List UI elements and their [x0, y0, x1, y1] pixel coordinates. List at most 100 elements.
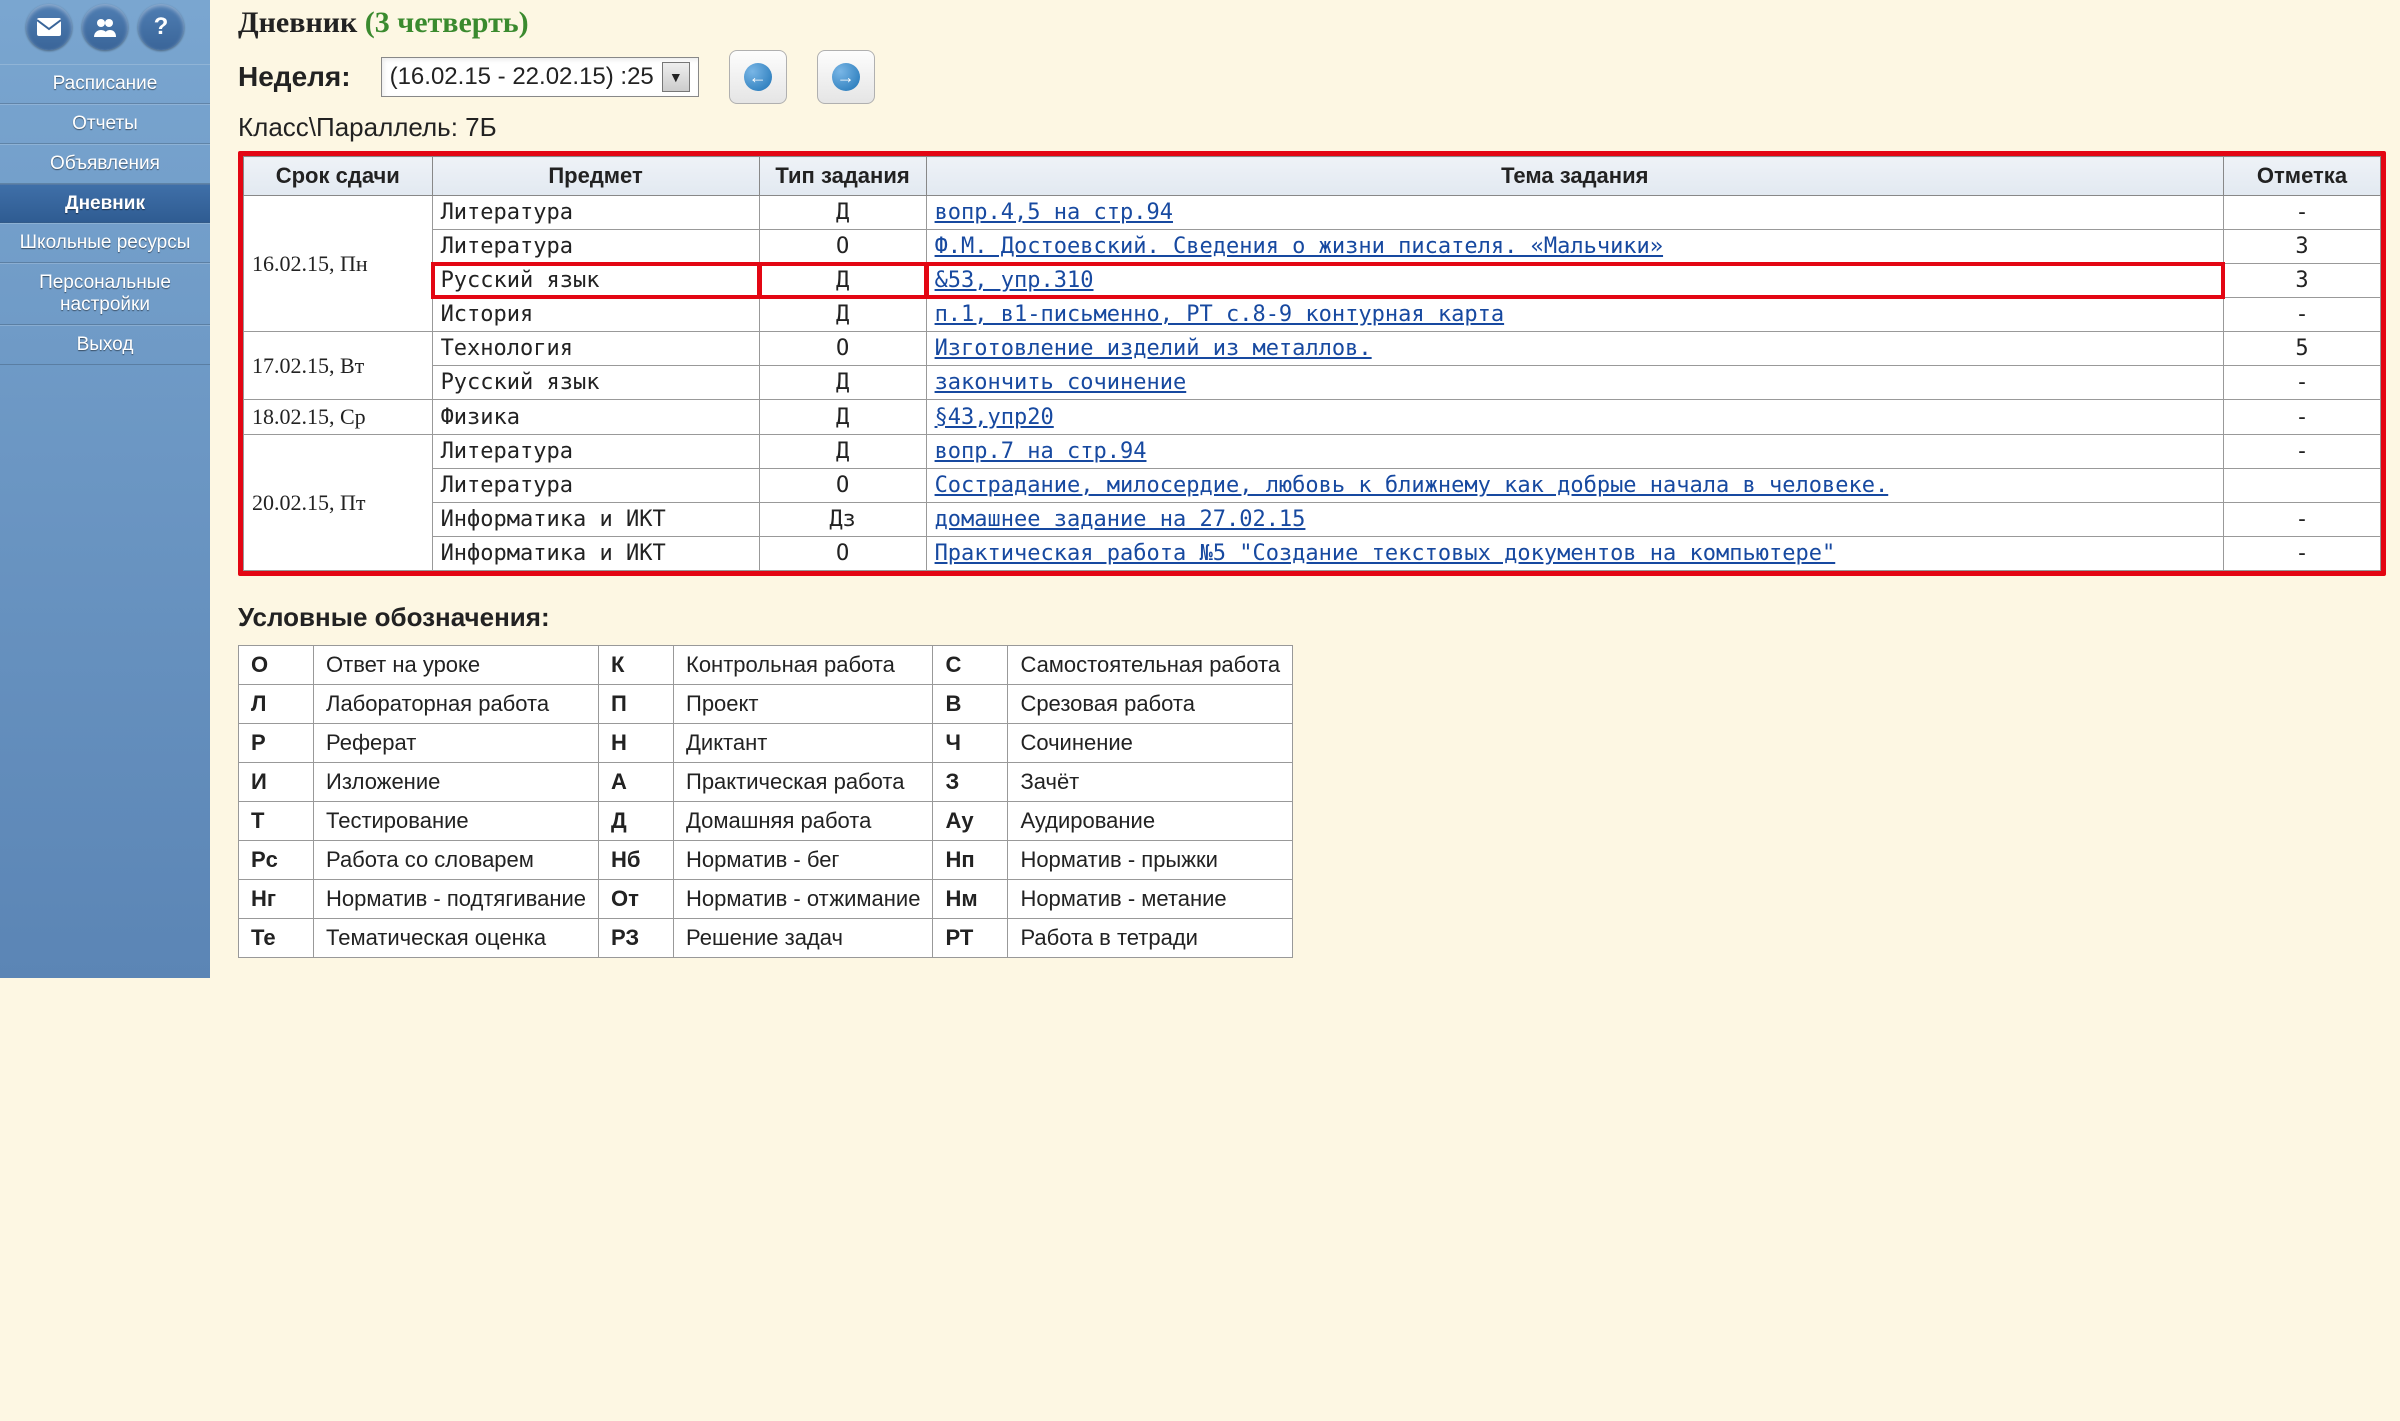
topic-cell: Сострадание, милосердие, любовь к ближне…: [926, 469, 2223, 503]
sidebar-item[interactable]: Отчеты: [0, 104, 210, 144]
subject-cell: Литература: [432, 435, 759, 469]
mark-cell: 3: [2224, 264, 2381, 298]
topic-cell: закончить сочинение: [926, 366, 2223, 400]
mark-cell: -: [2224, 298, 2381, 332]
mark-cell: [2224, 469, 2381, 503]
topic-link[interactable]: Сострадание, милосердие, любовь к ближне…: [935, 473, 1889, 498]
legend-label: Контрольная работа: [674, 646, 933, 685]
legend-code: Т: [239, 802, 314, 841]
subject-cell: Литература: [432, 196, 759, 230]
type-cell: Д: [759, 366, 926, 400]
legend-label: Работа со словарем: [314, 841, 599, 880]
subject-cell: Информатика и ИКТ: [432, 537, 759, 571]
topic-link[interactable]: Изготовление изделий из металлов.: [935, 336, 1372, 361]
sidebar-item[interactable]: Дневник: [0, 184, 210, 224]
legend-label: Диктант: [674, 724, 933, 763]
legend-label: Домашняя работа: [674, 802, 933, 841]
topic-link[interactable]: &53, упр.310: [935, 268, 1094, 293]
legend-label: Норматив - прыжки: [1008, 841, 1293, 880]
subject-cell: Литература: [432, 230, 759, 264]
legend-code: З: [933, 763, 1008, 802]
mark-cell: -: [2224, 435, 2381, 469]
legend-code: Нг: [239, 880, 314, 919]
col-topic: Тема задания: [926, 157, 2223, 196]
topic-link[interactable]: Практическая работа №5 "Создание текстов…: [935, 541, 1836, 566]
legend-code: От: [599, 880, 674, 919]
mark-cell: -: [2224, 503, 2381, 537]
sidebar-item[interactable]: Персональные настройки: [0, 263, 210, 325]
legend-code: П: [599, 685, 674, 724]
type-cell: Д: [759, 400, 926, 435]
legend-label: Норматив - метание: [1008, 880, 1293, 919]
users-icon[interactable]: [82, 4, 128, 50]
legend-code: Ч: [933, 724, 1008, 763]
legend-code: К: [599, 646, 674, 685]
legend-row: ЛЛабораторная работаППроектВСрезовая раб…: [239, 685, 1293, 724]
legend-row: ООтвет на урокеККонтрольная работаССамос…: [239, 646, 1293, 685]
type-cell: О: [759, 469, 926, 503]
mark-cell: -: [2224, 537, 2381, 571]
subject-cell: Литература: [432, 469, 759, 503]
legend-code: Нп: [933, 841, 1008, 880]
col-mark: Отметка: [2224, 157, 2381, 196]
legend-label: Тематическая оценка: [314, 919, 599, 958]
mail-icon[interactable]: [26, 4, 72, 50]
due-date-cell: 20.02.15, Пт: [244, 435, 433, 571]
topic-cell: Изготовление изделий из металлов.: [926, 332, 2223, 366]
sidebar: ? РасписаниеОтчетыОбъявленияДневникШколь…: [0, 0, 210, 978]
prev-week-button[interactable]: ←: [729, 50, 787, 104]
table-row: Русский языкДзакончить сочинение-: [244, 366, 2381, 400]
legend-code: О: [239, 646, 314, 685]
table-row: ЛитератураО Ф.М. Достоевский. Сведения о …: [244, 230, 2381, 264]
legend-row: ТТестированиеДДомашняя работаАуАудирован…: [239, 802, 1293, 841]
due-date-cell: 17.02.15, Вт: [244, 332, 433, 400]
legend-label: Сочинение: [1008, 724, 1293, 763]
topic-link[interactable]: п.1, в1-письменно, РТ с.8-9 контурная ка…: [935, 302, 1505, 327]
legend-row: РРефератНДиктантЧСочинение: [239, 724, 1293, 763]
topic-link[interactable]: вопр.7 на стр.94: [935, 439, 1147, 464]
topic-link[interactable]: домашнее задание на 27.02.15: [935, 507, 1306, 532]
topic-cell: &53, упр.310: [926, 264, 2223, 298]
table-row: Информатика и ИКТОПрактическая работа №5…: [244, 537, 2381, 571]
next-week-button[interactable]: →: [817, 50, 875, 104]
type-cell: О: [759, 230, 926, 264]
topic-link[interactable]: закончить сочинение: [935, 370, 1187, 395]
week-label: Неделя:: [238, 61, 351, 93]
legend-label: Лабораторная работа: [314, 685, 599, 724]
table-row: ЛитератураО Сострадание, милосердие, любо…: [244, 469, 2381, 503]
legend-label: Тестирование: [314, 802, 599, 841]
sidebar-item[interactable]: Расписание: [0, 64, 210, 104]
subject-cell: Информатика и ИКТ: [432, 503, 759, 537]
legend-code: А: [599, 763, 674, 802]
legend-code: И: [239, 763, 314, 802]
topic-link[interactable]: вопр.4,5 на стр.94: [935, 200, 1173, 225]
topic-link[interactable]: §43,упр20: [935, 405, 1054, 430]
mark-cell: 5: [2224, 332, 2381, 366]
legend-code: В: [933, 685, 1008, 724]
legend-code: Н: [599, 724, 674, 763]
topic-cell: вопр.4,5 на стр.94: [926, 196, 2223, 230]
mark-cell: -: [2224, 196, 2381, 230]
legend-code: Р: [239, 724, 314, 763]
topic-cell: п.1, в1-письменно, РТ с.8-9 контурная ка…: [926, 298, 2223, 332]
mark-cell: -: [2224, 366, 2381, 400]
chevron-down-icon[interactable]: ▼: [662, 62, 690, 92]
legend-label: Реферат: [314, 724, 599, 763]
legend-code: РТ: [933, 919, 1008, 958]
sidebar-item[interactable]: Объявления: [0, 144, 210, 184]
legend-label: Норматив - отжимание: [674, 880, 933, 919]
week-dropdown[interactable]: (16.02.15 - 22.02.15) :25 ▼: [381, 57, 699, 97]
help-icon[interactable]: ?: [138, 4, 184, 50]
sidebar-item[interactable]: Выход: [0, 325, 210, 365]
legend-table: ООтвет на урокеККонтрольная работаССамос…: [238, 645, 1293, 958]
legend-code: С: [933, 646, 1008, 685]
legend-label: Аудирование: [1008, 802, 1293, 841]
legend-label: Изложение: [314, 763, 599, 802]
sidebar-item[interactable]: Школьные ресурсы: [0, 223, 210, 263]
topic-link[interactable]: Ф.М. Достоевский. Сведения о жизни писат…: [935, 234, 1663, 259]
legend-label: Решение задач: [674, 919, 933, 958]
main-content: Дневник (3 четверть) Неделя: (16.02.15 -…: [210, 0, 2400, 978]
topic-cell: Практическая работа №5 "Создание текстов…: [926, 537, 2223, 571]
legend-code: Рс: [239, 841, 314, 880]
col-type: Тип задания: [759, 157, 926, 196]
